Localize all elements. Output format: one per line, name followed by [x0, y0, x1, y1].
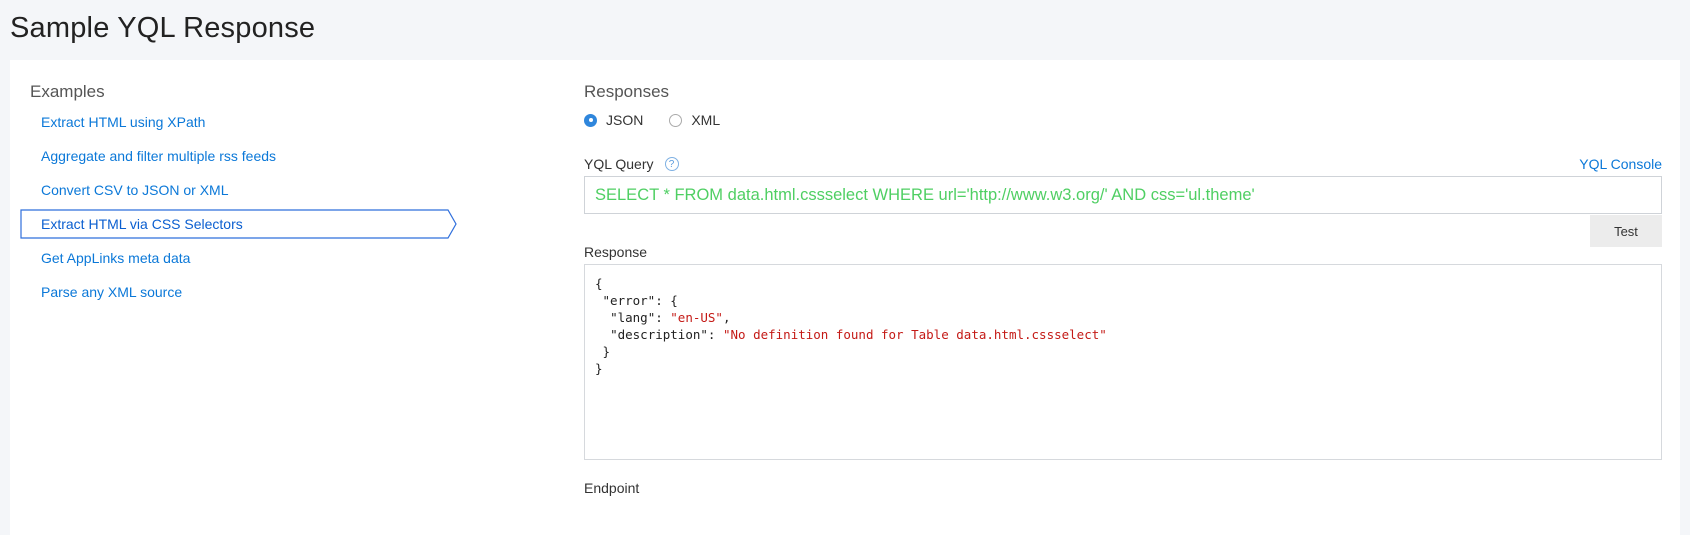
response-output: { "error": { "lang": "en-US", "descripti… — [584, 264, 1662, 460]
example-item-label: Aggregate and filter multiple rss feeds — [41, 148, 277, 164]
example-item-label: Convert CSV to JSON or XML — [41, 182, 229, 198]
example-item-label: Parse any XML source — [41, 284, 183, 300]
xml-radio[interactable] — [669, 113, 683, 127]
examples-heading: Examples — [30, 82, 105, 101]
example-item-csv[interactable]: Convert CSV to JSON or XML — [20, 173, 500, 207]
json-radio-label[interactable]: JSON — [606, 112, 643, 128]
example-item-xml[interactable]: Parse any XML source — [20, 275, 500, 309]
example-item-label: Get AppLinks meta data — [41, 250, 191, 266]
yql-query-input[interactable] — [584, 176, 1662, 214]
example-item-rss[interactable]: Aggregate and filter multiple rss feeds — [20, 139, 500, 173]
xml-radio-label[interactable]: XML — [691, 112, 720, 128]
page-title: Sample YQL Response — [10, 12, 316, 44]
responses-heading: Responses — [584, 82, 670, 101]
yql-console-link[interactable]: YQL Console — [1579, 156, 1662, 172]
response-label: Response — [584, 244, 648, 260]
example-item-css-selectors[interactable]: Extract HTML via CSS Selectors — [20, 207, 500, 241]
test-button[interactable]: Test — [1590, 215, 1662, 247]
yql-query-label: YQL Query ? — [584, 156, 679, 172]
yql-query-label-text: YQL Query — [584, 156, 654, 172]
endpoint-label: Endpoint — [584, 480, 640, 496]
example-item-xpath[interactable]: Extract HTML using XPath — [20, 105, 500, 139]
format-radio-group: JSON XML — [584, 112, 746, 128]
question-circle-icon[interactable]: ? — [664, 157, 679, 171]
json-radio[interactable] — [584, 113, 597, 127]
example-item-label: Extract HTML using XPath — [41, 114, 206, 130]
examples-list: Extract HTML using XPath Aggregate and f… — [20, 105, 500, 309]
example-item-label: Extract HTML via CSS Selectors — [41, 216, 243, 232]
main-panel: Examples Extract HTML using XPath Aggreg… — [10, 60, 1680, 535]
example-item-applinks[interactable]: Get AppLinks meta data — [20, 241, 500, 275]
